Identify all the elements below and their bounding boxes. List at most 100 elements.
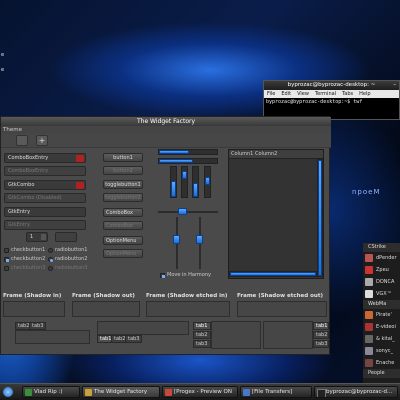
notebook3-tab3[interactable]: tab3 [193, 340, 211, 348]
desktop-label: e [1, 52, 5, 58]
combo-box-entry-disabled-text: ComboBoxEntry [8, 168, 49, 174]
terminal-titlebar[interactable]: byprozac@byprozac-desktop: ~ – [264, 81, 399, 90]
notebook4-tab1[interactable]: tab1 [313, 322, 329, 330]
notebook4-tab3[interactable]: tab3 [313, 340, 329, 348]
notebook1-tab3[interactable]: tab3 [29, 322, 47, 330]
cstrike-group-header[interactable]: CStrike [363, 243, 400, 252]
scale-handle[interactable] [196, 235, 203, 244]
harmony-vscale-1[interactable] [173, 217, 180, 269]
scale-handle[interactable] [205, 177, 210, 185]
optionmenu1-text: OptionMenu [106, 238, 137, 244]
harmony-hscale-1[interactable] [158, 208, 218, 215]
combobox1[interactable]: ComboBox [103, 208, 143, 217]
taskbar-item-file-transfers[interactable]: [File Transfers] [240, 386, 312, 398]
menu-view[interactable]: View [297, 91, 309, 97]
terminal-window[interactable]: byprozac@byprozac-desktop: ~ – File Edit V… [263, 80, 400, 120]
taskbar-item-progex-preview[interactable]: [Progex - Preview ON [162, 386, 238, 398]
buddy-name: DONCA [376, 279, 395, 285]
menu-theme[interactable]: Theme [3, 127, 22, 133]
tree-view[interactable]: Column1 Column2 [228, 149, 324, 279]
widget-factory-window[interactable]: The Widget Factory Theme + ComboBoxEntry… [0, 116, 331, 355]
scale-handle[interactable] [182, 171, 187, 179]
optionmenu1[interactable]: OptionMenu [103, 236, 143, 245]
chevron-down-icon[interactable] [76, 155, 84, 162]
start-menu-icon[interactable] [3, 387, 13, 397]
horizontal-scale[interactable] [158, 149, 218, 155]
scrollbar-thumb[interactable] [230, 272, 316, 276]
people-group-header[interactable]: People [363, 369, 400, 378]
taskbar-item-terminal[interactable]: byprozac@byprozac-d... [314, 386, 398, 398]
toolbar-button[interactable] [16, 135, 28, 146]
avatar [365, 311, 373, 319]
button2: button2 [103, 166, 143, 175]
buddy-item[interactable]: E-videoi [363, 321, 400, 333]
menu-edit[interactable]: Edit [281, 91, 291, 97]
spin-arrows-icon[interactable] [41, 234, 46, 240]
avatar [365, 266, 373, 274]
notebook2-page [97, 321, 189, 335]
column1-header[interactable]: Column1 [231, 151, 253, 157]
radiobutton1-circle[interactable] [48, 248, 53, 253]
togglebutton1[interactable]: togglebutton1 [103, 180, 143, 189]
taskbar-item-widget-factory[interactable]: The Widget Factory [82, 386, 160, 398]
vertical-scale-3[interactable] [204, 166, 211, 198]
notebook4-page [263, 321, 313, 349]
vertical-scrollbar[interactable] [317, 159, 323, 277]
menu-tabs[interactable]: Tabs [342, 91, 353, 97]
buddy-item[interactable]: Pirate' [363, 309, 400, 321]
scale-handle[interactable] [178, 208, 187, 215]
move-in-harmony-checkbox[interactable] [160, 273, 165, 278]
scale-handle[interactable] [173, 235, 180, 244]
buddy-name: VGX™ [376, 291, 392, 297]
buddy-name: Pirate' [376, 312, 392, 318]
notebook2-tab3[interactable]: tab3 [125, 335, 143, 343]
buddy-item[interactable]: VGX™ [363, 288, 400, 300]
minimize-icon[interactable]: – [393, 81, 396, 90]
gtk-entry[interactable]: GtkEntry [4, 207, 86, 217]
notebook4-tab2[interactable]: tab2 [313, 331, 329, 339]
buddy-item[interactable]: Enache [363, 357, 400, 369]
buddy-item[interactable]: sonyc_ [363, 345, 400, 357]
scale-fill [159, 150, 189, 154]
notebook3-tab1[interactable]: tab1 [193, 322, 211, 330]
column2-header[interactable]: Column2 [255, 151, 277, 157]
gtk-entry-disabled-text: GtkEntry [8, 222, 31, 228]
buddy-item[interactable]: dPender [363, 252, 400, 264]
window-title: The Widget Factory [136, 118, 196, 125]
radiobutton2-circle[interactable] [48, 257, 53, 262]
taskbar-item-label: [File Transfers] [252, 389, 293, 395]
app-icon [25, 389, 32, 396]
frame-shadow-etched-out-title: Frame (Shadow etched out) [237, 293, 323, 299]
gtk-combo[interactable]: GtkCombo [4, 180, 86, 190]
menu-terminal[interactable]: Terminal [315, 91, 336, 97]
buddy-item[interactable]: & kital_ [363, 333, 400, 345]
taskbar-item-label: Vlad Rip :) [34, 389, 63, 395]
combo-box-entry[interactable]: ComboBoxEntry [4, 153, 86, 163]
window-titlebar[interactable]: The Widget Factory [1, 117, 331, 126]
menu-file[interactable]: File [267, 91, 275, 97]
checkbutton2-box[interactable] [4, 257, 9, 262]
togglebutton2: togglebutton2 [103, 193, 143, 202]
vertical-scale-2[interactable] [181, 166, 188, 198]
combobox1-text: ComboBox [106, 210, 133, 216]
button1[interactable]: button1 [103, 153, 143, 162]
optionmenu2-text: OptionMenu [106, 251, 137, 257]
webmail-group-header[interactable]: WebMa [363, 300, 400, 309]
notebook3-tab2[interactable]: tab2 [193, 331, 211, 339]
frame-shadow-out-title: Frame (Shadow out) [72, 293, 135, 299]
menu-help[interactable]: Help [359, 91, 370, 97]
chevron-down-icon[interactable] [76, 182, 84, 189]
taskbar-item-vlad-rip[interactable]: Vlad Rip :) [22, 386, 80, 398]
scrollbar-thumb[interactable] [318, 160, 322, 276]
checkbutton1-box[interactable] [4, 248, 9, 253]
add-button[interactable]: + [36, 135, 48, 146]
spin-button[interactable]: 1 [26, 232, 48, 242]
harmony-vscale-2[interactable] [196, 217, 203, 269]
buddy-item[interactable]: DONCA [363, 276, 400, 288]
vertical-scale-1[interactable] [170, 166, 177, 198]
buddy-name: Zpeu [376, 267, 389, 273]
terminal-prompt-line: byprozac@byprozac-desktop:~$ twf [266, 99, 363, 105]
horizontal-scrollbar[interactable] [229, 271, 317, 277]
frame-shadow-etched-out [237, 301, 327, 317]
buddy-item[interactable]: Zpeu [363, 264, 400, 276]
